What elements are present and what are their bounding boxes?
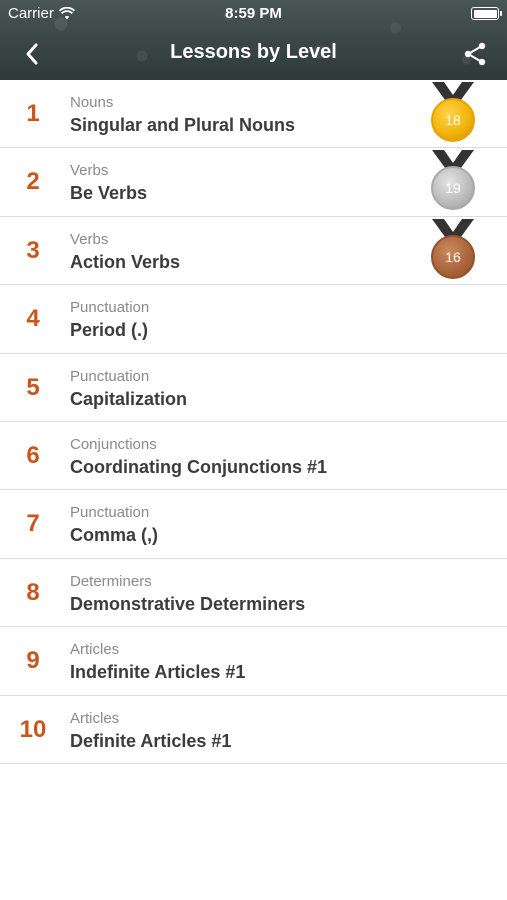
lesson-number: 4 [26,305,40,333]
lesson-category: Verbs [70,230,109,248]
lesson-title: Period (.) [70,320,149,341]
lesson-number: 10 [19,715,47,743]
lesson-title: Indefinite Articles #1 [70,662,246,683]
lesson-list: 1 Nouns Singular and Plural Nouns 18 2 V… [0,80,507,764]
medal-score: 18 [431,98,475,142]
page-title: Lessons by Level [170,41,337,63]
gold-medal-icon: 18 [428,82,478,144]
lesson-row-7[interactable]: 7 Punctuation Comma (,) [0,490,507,559]
lesson-title: Action Verbs [70,251,181,272]
lesson-category: Verbs [70,162,109,180]
lesson-row-1[interactable]: 1 Nouns Singular and Plural Nouns 18 [0,80,507,149]
lesson-category: Conjunctions [70,435,157,453]
lesson-number: 3 [26,236,40,264]
battery-icon [471,7,502,20]
lesson-number: 5 [26,373,40,401]
medal-score: 16 [431,234,475,279]
lesson-category: Articles [70,641,120,659]
lesson-category: Determiners [70,572,152,590]
lesson-title: Coordinating Conjunctions #1 [70,456,327,477]
lesson-number: 8 [26,578,40,606]
lesson-row-5[interactable]: 5 Punctuation Capitalization [0,353,507,422]
lesson-title: Definite Articles #1 [70,730,232,751]
lesson-row-6[interactable]: 6 Conjunctions Coordinating Conjunctions… [0,421,507,491]
lesson-category: Articles [70,709,120,727]
lesson-row-3[interactable]: 3 Verbs Action Verbs 16 [0,216,507,286]
lesson-title: Comma (,) [70,525,159,546]
lesson-row-9[interactable]: 9 Articles Indefinite Articles #1 [0,627,507,696]
lesson-row-10[interactable]: 10 Articles Definite Articles #1 [0,695,507,764]
lesson-number: 6 [26,441,40,469]
lesson-number: 2 [26,168,40,196]
silver-medal-icon: 19 [428,150,478,212]
lesson-row-2[interactable]: 2 Verbs Be Verbs 19 [0,148,507,217]
share-icon [464,42,486,66]
lesson-category: Punctuation [70,367,150,385]
lesson-category: Punctuation [70,504,150,522]
lesson-number: 9 [26,647,40,675]
lesson-title: Be Verbs [70,183,148,204]
lesson-category: Nouns [70,94,114,111]
lesson-category: Punctuation [70,299,150,317]
navigation-bar: Lessons by Level [0,28,507,80]
lesson-number: 7 [26,510,40,538]
lesson-row-4[interactable]: 4 Punctuation Period (.) [0,285,507,354]
lesson-title: Capitalization [70,388,188,409]
lesson-number: 1 [26,100,40,127]
app-header: Carrier 8:59 PM Lessons by Level [0,0,507,80]
status-bar: Carrier 8:59 PM [0,0,507,28]
lesson-title: Demonstrative Determiners [70,593,306,614]
medal-score: 19 [431,166,475,211]
share-button[interactable] [457,36,493,72]
lesson-title: Singular and Plural Nouns [70,115,296,135]
status-time: 8:59 PM [225,5,282,22]
lesson-row-8[interactable]: 8 Determiners Demonstrative Determiners [0,558,507,628]
bronze-medal-icon: 16 [428,218,478,281]
